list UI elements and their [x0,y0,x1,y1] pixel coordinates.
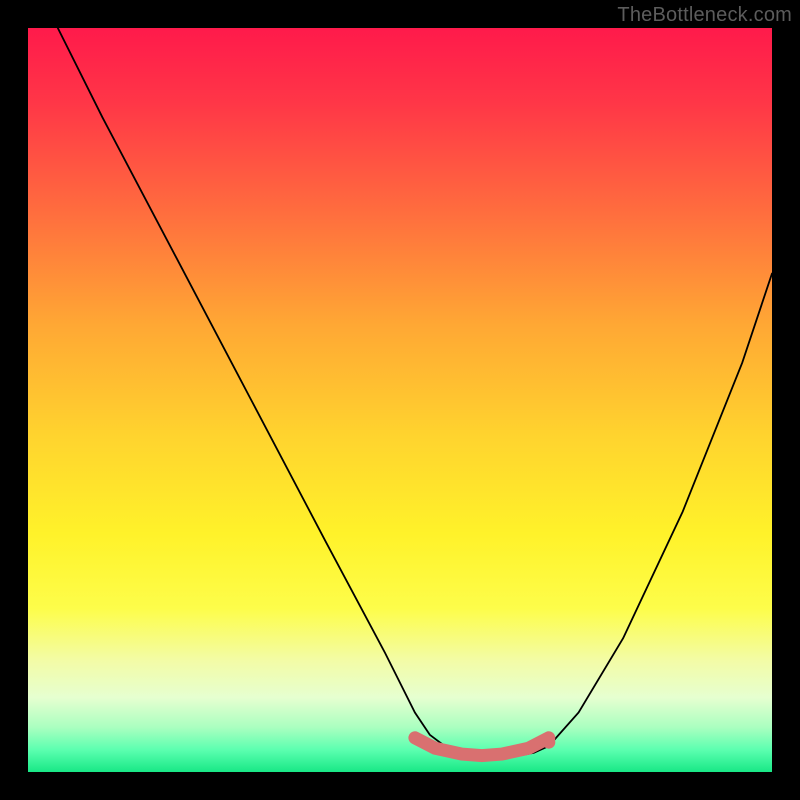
chart-frame: TheBottleneck.com [0,0,800,800]
flat-endpoint-dot [542,736,555,749]
plot-area [28,28,772,772]
chart-svg [28,28,772,772]
flat-highlight [415,738,549,756]
v-curve [58,28,772,757]
watermark-text: TheBottleneck.com [617,4,792,27]
